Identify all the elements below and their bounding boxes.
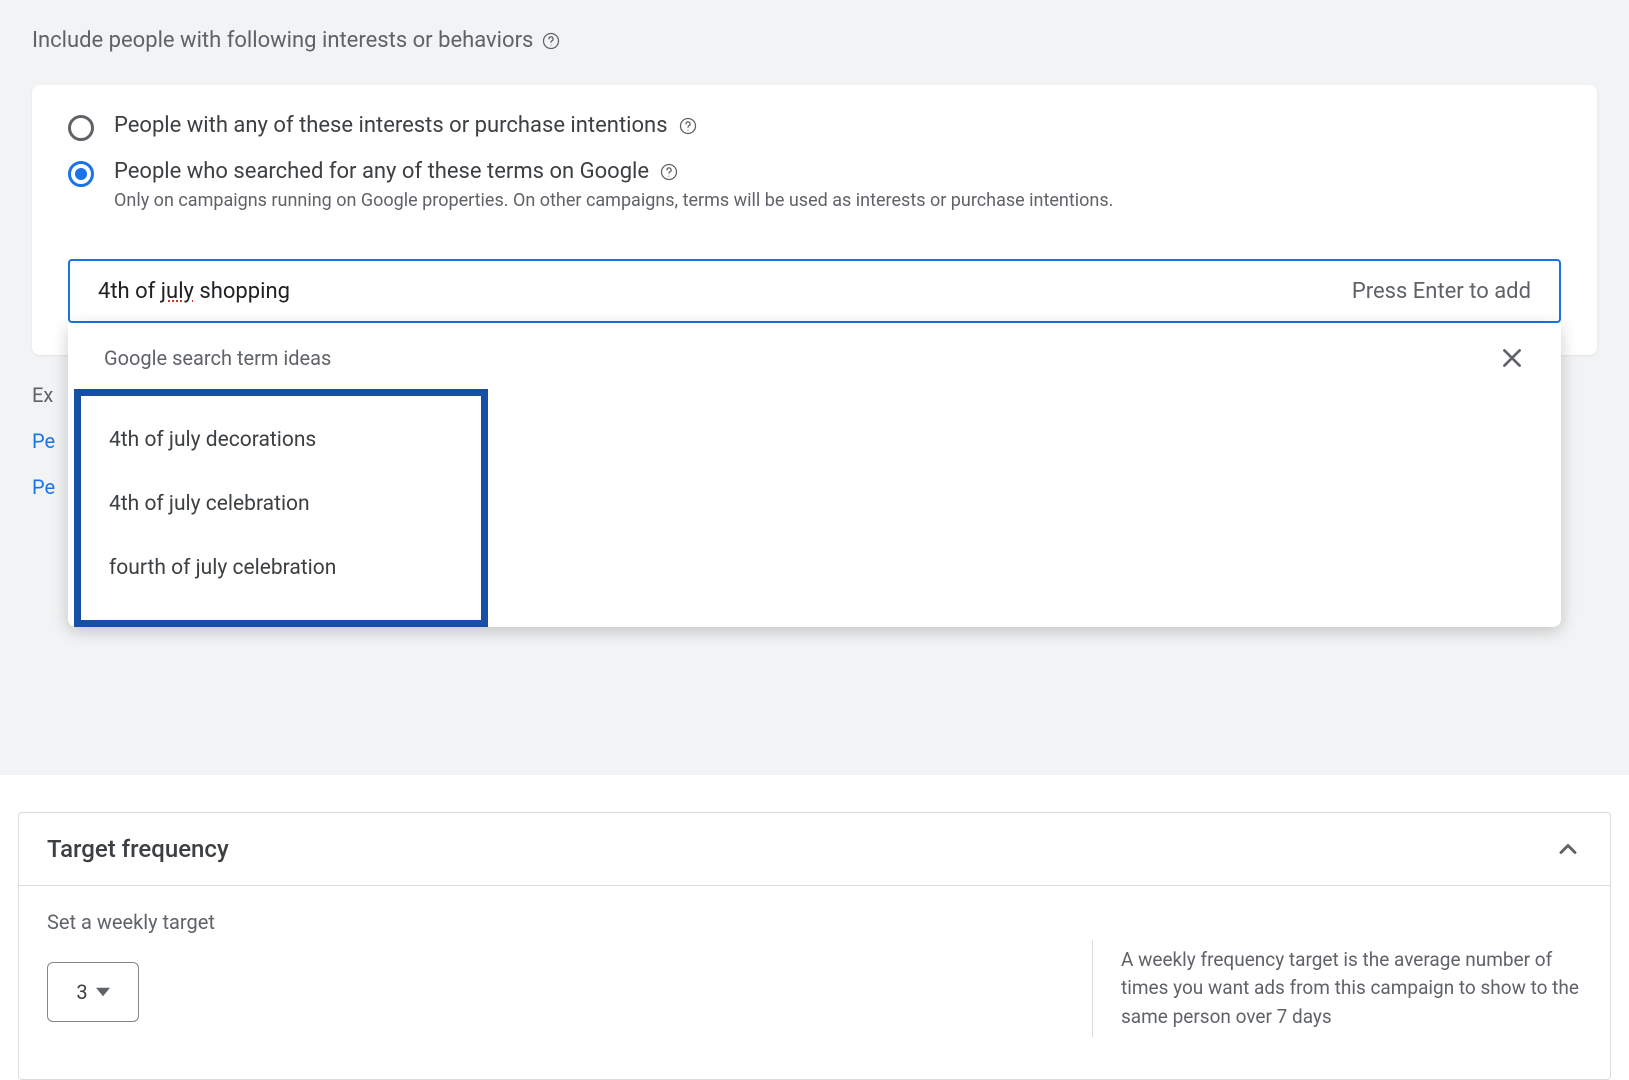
help-icon[interactable]: [678, 116, 698, 136]
suggestions-highlight-box: 4th of july decorations 4th of july cele…: [74, 389, 488, 627]
search-input-wrap: 4th of july shopping Press Enter to add …: [68, 259, 1561, 323]
target-frequency-card: Target frequency Set a weekly target 3 A…: [18, 812, 1611, 1080]
radio-searched[interactable]: People who searched for any of these ter…: [68, 159, 1561, 211]
radio-interests[interactable]: People with any of these interests or pu…: [68, 113, 1561, 141]
target-frequency-sublabel: Set a weekly target: [47, 910, 215, 934]
search-term-input[interactable]: 4th of july shopping Press Enter to add: [68, 259, 1561, 323]
close-icon[interactable]: [1499, 345, 1525, 371]
dropdown-header: Google search term ideas: [68, 323, 1561, 389]
radio-button-unselected[interactable]: [68, 115, 94, 141]
radio-searched-label: People who searched for any of these ter…: [114, 159, 649, 184]
caret-down-icon: [96, 985, 110, 999]
section-label-text: Include people with following interests …: [32, 28, 533, 53]
suggestion-item[interactable]: fourth of july celebration: [81, 536, 481, 600]
interests-card: People with any of these interests or pu…: [32, 85, 1597, 355]
target-frequency-help: A weekly frequency target is the average…: [1092, 940, 1582, 1038]
radio-button-selected[interactable]: [68, 161, 94, 187]
suggestions-dropdown: Google search term ideas 4th of july dec…: [68, 323, 1561, 627]
target-frequency-title: Target frequency: [47, 835, 229, 863]
suggestion-item[interactable]: 4th of july celebration: [81, 472, 481, 536]
frequency-value: 3: [76, 980, 87, 1004]
radio-group: People with any of these interests or pu…: [32, 113, 1597, 211]
radio-interests-label: People with any of these interests or pu…: [114, 113, 668, 138]
dropdown-header-text: Google search term ideas: [104, 346, 331, 370]
target-frequency-body: Set a weekly target 3 A weekly frequency…: [19, 886, 1610, 1080]
enter-hint: Press Enter to add: [1352, 279, 1531, 304]
bottom-panel: Target frequency Set a weekly target 3 A…: [0, 775, 1629, 1080]
suggestion-item[interactable]: 4th of july decorations: [81, 408, 481, 472]
target-frequency-header[interactable]: Target frequency: [19, 813, 1610, 886]
help-icon[interactable]: [541, 31, 561, 51]
help-icon[interactable]: [659, 162, 679, 182]
radio-searched-sublabel: Only on campaigns running on Google prop…: [114, 190, 1113, 211]
search-input-value[interactable]: 4th of july shopping: [98, 279, 1352, 304]
chevron-up-icon[interactable]: [1554, 835, 1582, 863]
frequency-select[interactable]: 3: [47, 962, 139, 1022]
section-label: Include people with following interests …: [0, 0, 1629, 53]
